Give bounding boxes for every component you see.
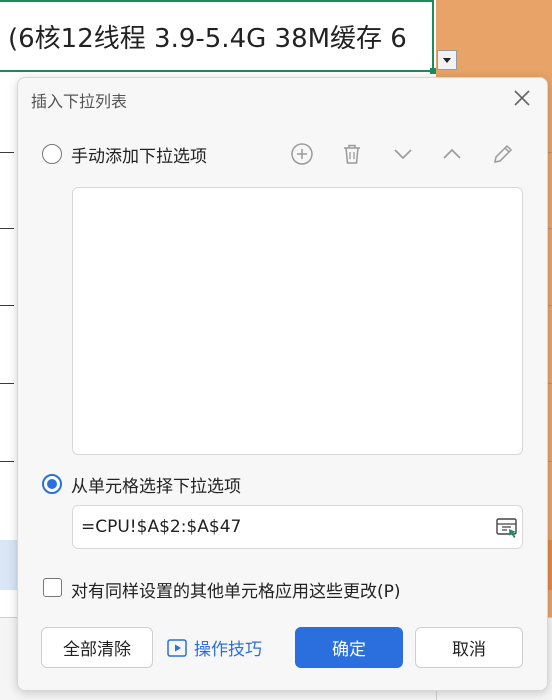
play-icon xyxy=(167,638,187,657)
move-up-icon[interactable] xyxy=(439,141,465,167)
apply-all-checkbox[interactable] xyxy=(43,578,62,597)
active-cell[interactable]: (6核12线程 3.9-5.4G 38M缓存 6 xyxy=(0,0,434,72)
source-range-input[interactable] xyxy=(81,514,481,540)
tips-label: 操作技巧 xyxy=(194,640,262,660)
dropdown-arrow-button[interactable] xyxy=(437,50,457,70)
dialog-title: 插入下拉列表 xyxy=(31,92,128,111)
clear-all-button[interactable]: 全部清除 xyxy=(41,627,153,668)
tips-link[interactable]: 操作技巧 xyxy=(166,627,262,668)
source-range-field[interactable] xyxy=(72,505,523,549)
delete-item-icon[interactable] xyxy=(339,141,365,167)
select-range-icon[interactable] xyxy=(495,516,519,540)
manual-items-list[interactable] xyxy=(72,187,523,455)
fill-handle[interactable] xyxy=(430,68,436,74)
insert-dropdown-dialog: 插入下拉列表 手动添加下拉选项 从单元格选择下拉选项 对有同样设置的其他单元格应… xyxy=(17,77,548,691)
manual-option-radio[interactable] xyxy=(42,144,62,164)
edit-pencil-icon[interactable] xyxy=(490,141,516,167)
ok-button[interactable]: 确定 xyxy=(295,627,403,668)
cancel-button[interactable]: 取消 xyxy=(415,627,523,668)
apply-all-label[interactable]: 对有同样设置的其他单元格应用这些更改(P) xyxy=(71,577,401,602)
active-cell-text: (6核12线程 3.9-5.4G 38M缓存 6 xyxy=(8,24,407,54)
cell-option-label[interactable]: 从单元格选择下拉选项 xyxy=(71,472,241,497)
cell-option-radio[interactable] xyxy=(42,474,62,494)
manual-option-label[interactable]: 手动添加下拉选项 xyxy=(71,142,207,167)
close-icon[interactable] xyxy=(511,87,533,109)
move-down-icon[interactable] xyxy=(390,141,416,167)
add-item-icon[interactable] xyxy=(289,141,315,167)
